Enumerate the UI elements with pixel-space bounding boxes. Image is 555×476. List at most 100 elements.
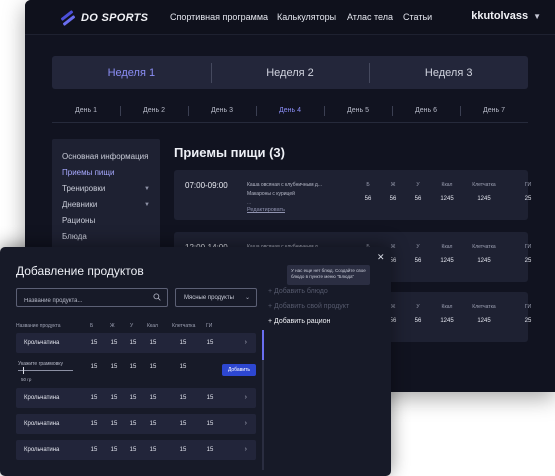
column-header: У xyxy=(130,323,134,329)
meal-stat-value: 1245 xyxy=(440,318,454,324)
meal-stat-value: 1245 xyxy=(440,196,454,202)
meal-card: 07:00-09:00 Каша овсяная с клубничным д..… xyxy=(174,170,531,220)
meal-food-list: Каша овсяная с клубничным д... Макароны с… xyxy=(247,181,339,208)
nav-item-sport-program[interactable]: Спортивная программа xyxy=(170,12,268,22)
column-header: Ккал xyxy=(147,323,158,329)
tab-week-2[interactable]: Неделя 2 xyxy=(210,62,370,83)
meal-stat-value: 56 xyxy=(389,196,397,202)
tab-day-2[interactable]: День 2 xyxy=(120,99,188,122)
cell-value: 15 xyxy=(129,421,137,427)
tab-day-7[interactable]: День 7 xyxy=(460,99,528,122)
grams-slider-handle[interactable] xyxy=(23,367,24,374)
sidebar-item-label: Блюда xyxy=(62,232,87,241)
cell-value: 15 xyxy=(110,447,118,453)
cell-value: 15 xyxy=(90,421,98,427)
tab-day-3[interactable]: День 3 xyxy=(188,99,256,122)
meal-stat-label: ГИ xyxy=(524,182,532,188)
table-row[interactable]: Крольчатина 15 15 15 15 15 15 › xyxy=(16,388,256,408)
grams-value: 50 гр xyxy=(21,377,32,382)
search-input[interactable] xyxy=(17,292,137,310)
meal-stat-value: 1245 xyxy=(477,196,491,202)
close-icon[interactable]: ✕ xyxy=(377,252,385,263)
meal-stat-label: Клетчатка xyxy=(472,244,496,250)
nav-item-body-atlas[interactable]: Атлас тела xyxy=(347,12,393,22)
meal-stat-label: У xyxy=(416,182,420,188)
scrollbar-thumb[interactable] xyxy=(262,330,264,360)
chevron-down-icon: ▼ xyxy=(144,186,150,192)
product-table-header: Название продукта Б Ж У Ккал Клетчатка Г… xyxy=(16,323,256,331)
add-product-button[interactable]: Добавить xyxy=(222,364,256,376)
meal-food-item: Макароны с курицей xyxy=(247,191,295,197)
tooltip-no-dishes: У нас еще нет блюд. Создайте свое блюдо … xyxy=(287,265,370,285)
top-navigation: DO SPORTS Спортивная программа Калькулят… xyxy=(25,0,555,35)
tab-day-6[interactable]: День 6 xyxy=(392,99,460,122)
sidebar-item-dishes[interactable]: Блюда xyxy=(52,229,160,245)
logo-text: DO SPORTS xyxy=(81,12,149,24)
sidebar-item-diaries[interactable]: Дневники ▼ xyxy=(52,197,160,213)
cell-value: 15 xyxy=(110,364,118,370)
meal-stat-label: Ккал xyxy=(441,182,453,188)
logo-icon xyxy=(60,10,76,26)
column-header: ГИ xyxy=(206,323,213,329)
search-icon[interactable] xyxy=(153,293,161,301)
product-list-scrollbar[interactable] xyxy=(262,330,264,470)
meal-stat-value: 25 xyxy=(524,258,532,264)
meal-stat-label: Клетчатка xyxy=(472,304,496,310)
sidebar-item-diets[interactable]: Рационы xyxy=(52,213,160,229)
nav-item-articles[interactable]: Статьи xyxy=(403,12,432,22)
category-select[interactable]: Мясные продукты ⌄ xyxy=(175,288,257,307)
page-title: Приемы пищи (3) xyxy=(174,145,285,160)
user-menu[interactable]: kkutolvass ▼ xyxy=(471,10,541,22)
product-name: Крольчатина xyxy=(24,395,60,401)
day-tabs: День 1 День 2 День 3 День 4 День 5 День … xyxy=(52,99,528,123)
cell-value: 15 xyxy=(110,421,118,427)
meal-stat-value: 56 xyxy=(364,196,372,202)
cell-value: 15 xyxy=(179,447,187,453)
meal-stat-value: 25 xyxy=(524,318,532,324)
product-name: Крольчатина xyxy=(24,340,60,346)
column-header: Клетчатка xyxy=(172,323,196,329)
tab-week-3[interactable]: Неделя 3 xyxy=(369,62,528,83)
meal-stat-label: Ккал xyxy=(441,244,453,250)
table-row[interactable]: Крольчатина 15 15 15 15 15 15 › xyxy=(16,333,256,353)
sidebar-item-label: Рационы xyxy=(62,216,96,225)
cell-value: 15 xyxy=(149,340,157,346)
add-diet-link[interactable]: + Добавить рацион xyxy=(268,318,330,325)
modal-title: Добавление продуктов xyxy=(16,264,144,278)
meal-food-item: Каша овсяная с клубничным д... xyxy=(247,182,322,188)
meal-stat-value: 56 xyxy=(414,318,422,324)
meal-stat-value: 1245 xyxy=(440,258,454,264)
logo[interactable]: DO SPORTS xyxy=(60,10,148,26)
tab-week-1[interactable]: Неделя 1 xyxy=(52,67,211,79)
table-row[interactable]: Крольчатина 15 15 15 15 15 15 › xyxy=(16,440,256,460)
tab-day-4[interactable]: День 4 xyxy=(256,99,324,122)
cell-value: 15 xyxy=(129,340,137,346)
cell-value: 15 xyxy=(206,421,214,427)
grams-slider-track[interactable] xyxy=(18,370,73,371)
column-header: Название продукта xyxy=(16,323,61,329)
add-own-product-link[interactable]: + Добавить свой продукт xyxy=(268,303,349,310)
cell-value: 15 xyxy=(110,395,118,401)
week-tabs: Неделя 1 Неделя 2 Неделя 3 xyxy=(52,56,528,89)
sidebar-item-workouts[interactable]: Тренировки ▼ xyxy=(52,181,160,197)
column-header: Б xyxy=(90,323,94,329)
sidebar-item-meals[interactable]: Приемы пищи xyxy=(52,165,160,181)
cell-value: 15 xyxy=(129,364,137,370)
table-row[interactable]: Крольчатина 15 15 15 15 15 15 › xyxy=(16,414,256,434)
meal-stat-label: ГИ xyxy=(524,304,532,310)
meal-stat-value: 1245 xyxy=(477,258,491,264)
add-dish-link[interactable]: + Добавить блюдо xyxy=(268,288,328,295)
meal-stat-label: Б xyxy=(366,182,370,188)
sidebar-item-label: Дневники xyxy=(62,200,98,209)
sidebar-item-basic-info[interactable]: Основная информация xyxy=(52,149,160,165)
tab-day-1[interactable]: День 1 xyxy=(52,99,120,122)
chevron-right-icon: › xyxy=(244,420,247,427)
edit-meal-link[interactable]: Редактировать xyxy=(247,207,285,213)
nav-item-calculators[interactable]: Калькуляторы xyxy=(277,12,336,22)
cell-value: 15 xyxy=(149,421,157,427)
tab-day-5[interactable]: День 5 xyxy=(324,99,392,122)
cell-value: 15 xyxy=(179,395,187,401)
table-row-expanded: Укажите граммовку 50 гр 15 15 15 15 15 Д… xyxy=(16,357,256,385)
cell-value: 15 xyxy=(149,364,157,370)
cell-value: 15 xyxy=(129,395,137,401)
